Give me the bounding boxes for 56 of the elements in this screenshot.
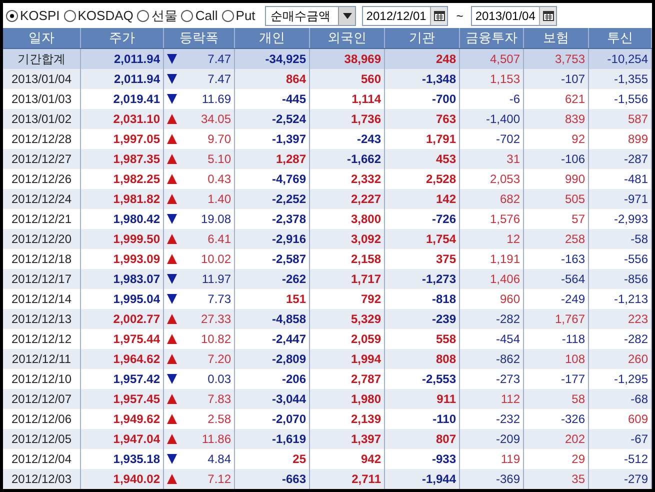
table-cell: -369 <box>460 469 524 489</box>
table-cell-text: 7.20 <box>208 351 231 368</box>
table-cell-text: 11.69 <box>202 91 231 108</box>
column-header[interactable]: 금융투자 <box>460 28 524 48</box>
column-header[interactable]: 일자 <box>3 28 81 48</box>
table-cell-text: 7.83 <box>208 391 231 408</box>
radio-label[interactable]: KOSPI <box>20 6 60 26</box>
table-cell: -279 <box>589 469 652 489</box>
radio-button[interactable] <box>222 10 234 22</box>
table-cell-text: 7.12 <box>208 471 231 488</box>
column-header[interactable]: 등락폭 <box>164 28 235 48</box>
radio-label[interactable]: Call <box>195 6 218 26</box>
table-cell-text: 7.73 <box>208 291 231 308</box>
table-cell-text: 1.40 <box>208 191 231 208</box>
table-cell-text: 0.03 <box>208 371 231 388</box>
radio-label[interactable]: KOSDAQ <box>78 6 134 26</box>
table-cell: 2,711 <box>310 469 385 489</box>
table-cell: -663 <box>235 469 310 489</box>
table-cell: -1,944 <box>385 469 460 489</box>
table-cell-text: 5.10 <box>208 151 231 168</box>
date-field[interactable]: 2012/12/01 <box>362 6 448 26</box>
table-cell-text: 19.08 <box>200 211 231 228</box>
table-cell: 2012/12/03 <box>3 469 81 489</box>
table-cell-text: 9.70 <box>208 131 231 148</box>
table-cell-text: 10.02 <box>200 251 231 268</box>
table-cell-text: 34.05 <box>200 111 231 128</box>
column-header[interactable]: 보험 <box>524 28 589 48</box>
calendar-icon[interactable] <box>542 10 554 20</box>
date-field[interactable]: 2013/01/04 <box>471 6 558 26</box>
table-cell: 1,940.02 <box>81 469 164 489</box>
table-cell-text: 4.84 <box>208 451 231 468</box>
radio-button[interactable] <box>6 10 18 22</box>
table-cell-text: 6.41 <box>208 231 231 248</box>
column-header[interactable]: 외국인 <box>310 28 385 48</box>
column-header[interactable]: 투신 <box>589 28 652 48</box>
calendar-icon[interactable] <box>434 10 445 20</box>
table-cell-text: 10.82 <box>200 331 231 348</box>
radio-button[interactable] <box>137 10 150 22</box>
radio-label[interactable]: Put <box>236 6 256 26</box>
table-cell-text: 0.43 <box>208 171 231 188</box>
dropdown-arrow-icon <box>342 12 352 18</box>
column-header[interactable]: 개인 <box>235 28 310 48</box>
measure-dropdown[interactable]: 순매수금액 <box>265 6 356 26</box>
table-cell-text: 7.47 <box>208 71 231 88</box>
radio-button[interactable] <box>64 10 76 22</box>
table-cell-text: 2.58 <box>208 411 231 428</box>
table-cell-text: 11.86 <box>202 431 231 448</box>
table-cell-text: 7.47 <box>208 51 231 68</box>
radio-label[interactable]: 선물 <box>151 6 178 26</box>
table-cell-text: 27.33 <box>200 311 231 328</box>
table-cell: 35 <box>524 469 589 489</box>
radio-button[interactable] <box>181 10 194 22</box>
range-separator: ~ <box>455 8 464 24</box>
column-header[interactable]: 기관 <box>385 28 460 48</box>
column-header[interactable]: 주가 <box>81 28 164 48</box>
table-cell-text: 11.97 <box>202 271 231 288</box>
